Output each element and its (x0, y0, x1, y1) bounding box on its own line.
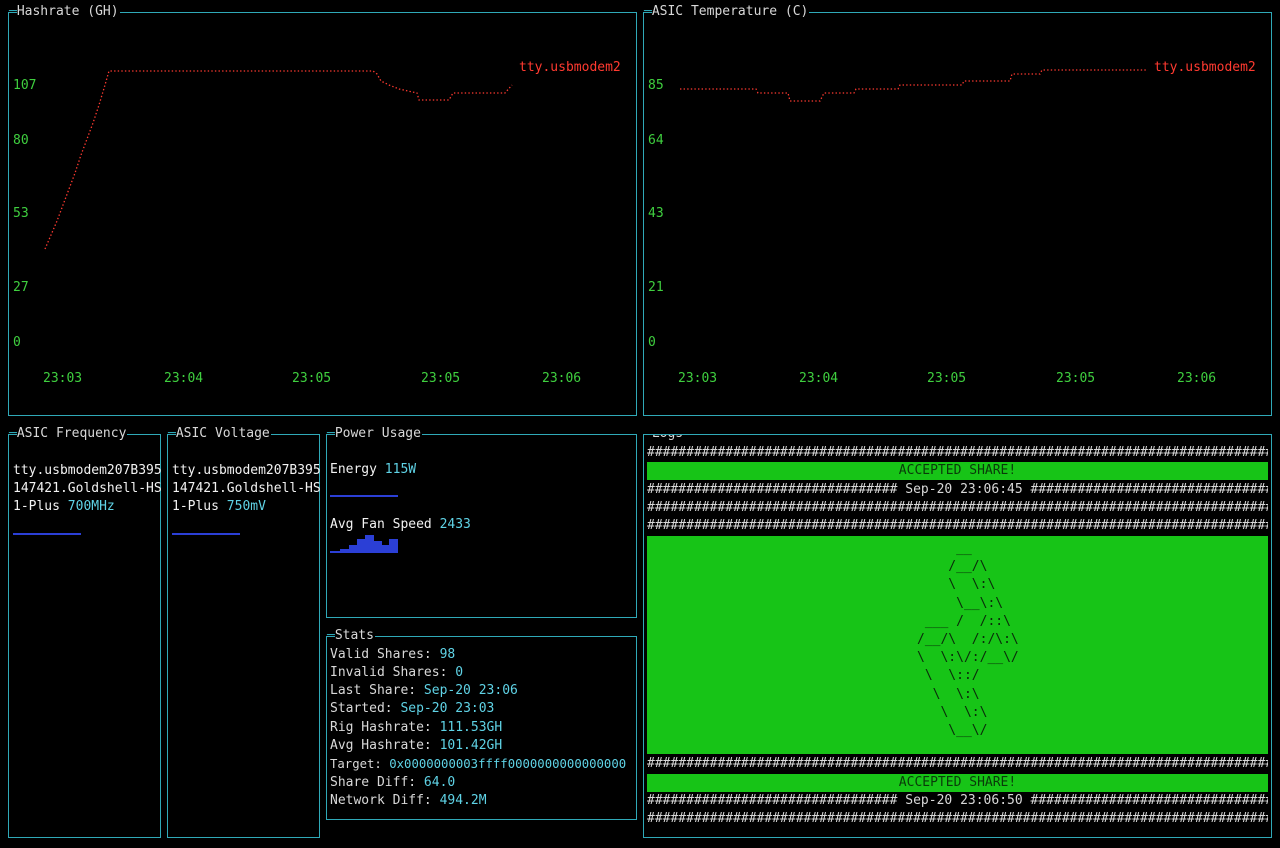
log-timestamp-line: ################################ Sep-20 … (647, 482, 1268, 497)
log-accepted-banner: ACCEPTED SHARE! (647, 462, 1268, 480)
hashrate-x-tick: 23:04 (164, 371, 204, 386)
voltage-bar (172, 533, 240, 535)
frequency-bar (13, 533, 81, 535)
voltage-device-line: 147421.Goldshell-HS (172, 481, 321, 496)
temperature-x-tick: 23:04 (799, 371, 839, 386)
voltage-device-prefix: 1-Plus (172, 499, 227, 514)
temperature-legend: tty.usbmodem2 (1154, 60, 1256, 75)
log-accepted-banner: ACCEPTED SHARE! (647, 774, 1268, 792)
frequency-title: ASIC Frequency (17, 426, 128, 442)
voltage-device-line: tty.usbmodem207B395 (172, 463, 321, 478)
log-ascii-art: __ /__/\ \ \:\ \__\:\ ___ / /::\ /__/\ /… (647, 536, 1268, 754)
log-hash-line: ########################################… (647, 518, 1268, 533)
log-ascii-art-text: __ /__/\ \ \:\ \__\:\ ___ / /::\ /__/\ /… (917, 541, 1019, 739)
hashrate-y-tick: 107 (13, 78, 37, 93)
hashrate-y-tick: 80 (13, 133, 29, 148)
temperature-x-tick: 23:05 (927, 371, 967, 386)
frequency-value: 700MHz (67, 499, 115, 514)
hashrate-panel: Hashrate (GH) tty.usbmodem2 107 80 53 27… (8, 4, 637, 416)
hashrate-y-tick: 53 (13, 206, 29, 221)
stat-avg-hashrate: Avg Hashrate: 101.42GH (330, 738, 503, 753)
voltage-title: ASIC Voltage (176, 426, 271, 442)
temperature-y-tick: 0 (648, 335, 656, 350)
stat-valid-shares: Valid Shares: 98 (330, 647, 456, 662)
frequency-device-prefix: 1-Plus (13, 499, 68, 514)
power-panel: Power Usage Energy 115W Avg Fan Speed 24… (326, 426, 637, 618)
log-timestamp-line: ################################ Sep-20 … (647, 793, 1268, 808)
log-hash-line: ########################################… (647, 811, 1268, 826)
hashrate-x-tick: 23:05 (421, 371, 461, 386)
fan-sparkline (330, 535, 398, 553)
log-hash-line: ########################################… (647, 445, 1268, 460)
temperature-series (680, 69, 1146, 102)
hashrate-x-tick: 23:05 (292, 371, 332, 386)
stats-panel: Stats Valid Shares: 98 Invalid Shares: 0… (326, 628, 637, 820)
temperature-y-tick: 64 (648, 133, 664, 148)
hashrate-x-tick: 23:03 (43, 371, 83, 386)
stat-network-diff: Network Diff: 494.2M (330, 793, 487, 808)
frequency-device-line: tty.usbmodem207B395 (13, 463, 162, 478)
logs-panel[interactable]: Logs ###################################… (643, 434, 1272, 838)
temperature-y-tick: 43 (648, 206, 664, 221)
stat-rig-hashrate: Rig Hashrate: 111.53GH (330, 720, 503, 735)
stat-share-diff: Share Diff: 64.0 (330, 775, 456, 790)
frequency-device-line: 1-Plus 700MHz (13, 498, 115, 516)
stat-started: Started: Sep-20 23:03 (330, 701, 495, 716)
temperature-y-tick: 21 (648, 280, 664, 295)
stat-last-share: Last Share: Sep-20 23:06 (330, 683, 518, 698)
temperature-x-tick: 23:05 (1056, 371, 1096, 386)
temperature-x-tick: 23:03 (678, 371, 718, 386)
hashrate-series (44, 70, 513, 250)
temperature-y-tick: 85 (648, 78, 664, 93)
logs-title: Logs (652, 435, 685, 442)
temperature-x-tick: 23:06 (1177, 371, 1217, 386)
hashrate-legend: tty.usbmodem2 (519, 60, 621, 75)
stat-target: Target: 0x0000000003ffff0000000000000000 (330, 757, 627, 771)
voltage-panel: ASIC Voltage tty.usbmodem207B395 147421.… (167, 426, 321, 838)
hashrate-y-tick: 0 (13, 335, 21, 350)
frequency-panel: ASIC Frequency tty.usbmodem207B395 14742… (8, 426, 162, 838)
voltage-device-line: 1-Plus 750mV (172, 498, 266, 516)
frequency-device-line: 147421.Goldshell-HS (13, 481, 162, 496)
voltage-value: 750mV (226, 499, 266, 514)
stat-invalid-shares: Invalid Shares: 0 (330, 665, 464, 680)
log-hash-line: ########################################… (647, 500, 1268, 515)
hashrate-x-tick: 23:06 (542, 371, 582, 386)
hashrate-y-tick: 27 (13, 280, 29, 295)
stats-title: Stats (335, 628, 375, 644)
temperature-panel: ASIC Temperature (C) tty.usbmodem2 85 64… (643, 4, 1272, 416)
log-hash-line: ########################################… (647, 756, 1268, 771)
